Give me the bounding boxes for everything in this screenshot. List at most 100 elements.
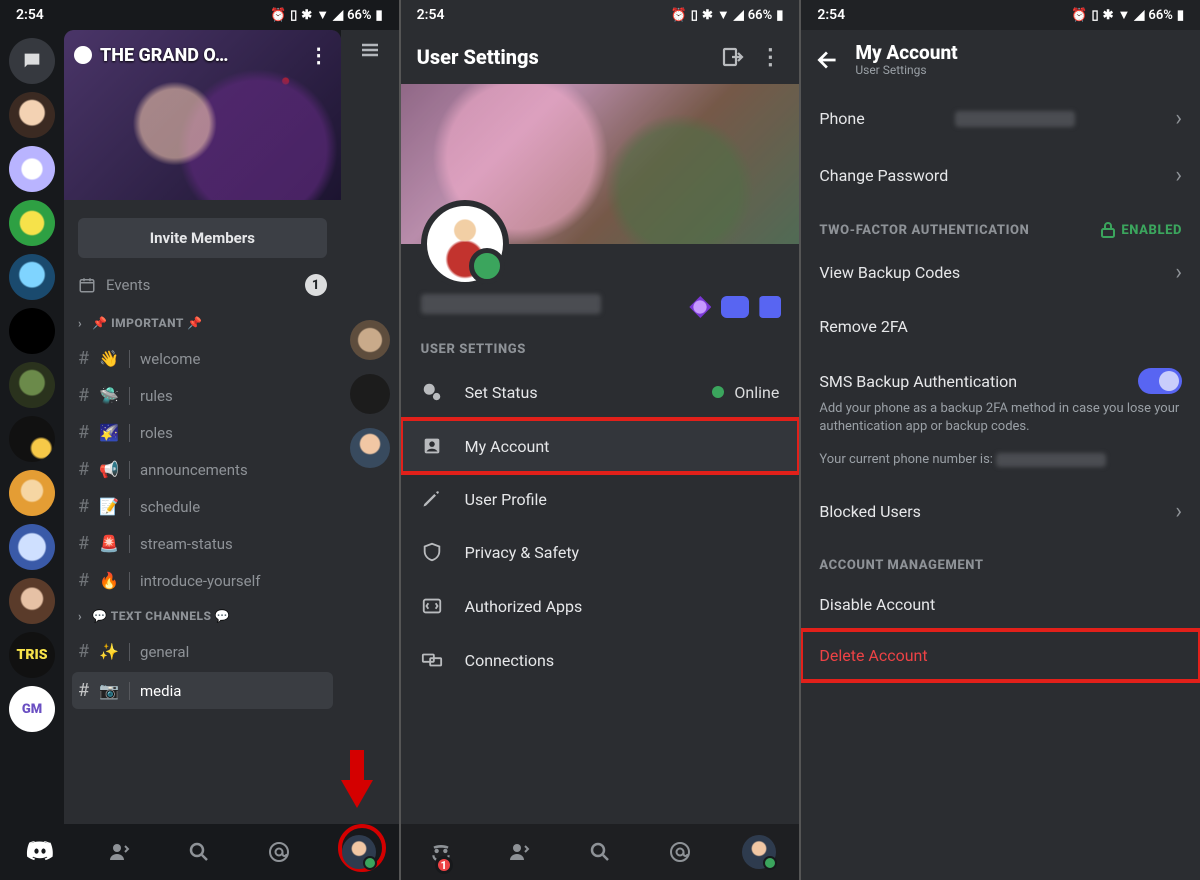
invite-members-button[interactable]: Invite Members (78, 218, 327, 258)
server-avatar-7[interactable] (9, 416, 55, 462)
username-redacted (421, 294, 601, 314)
settings-header: User Settings ⋮ (401, 30, 800, 84)
status-time: 2:54 (16, 7, 44, 23)
server-more-icon[interactable]: ⋮ (309, 43, 331, 67)
status-time: 2:54 (817, 7, 845, 23)
server-avatar-5[interactable] (9, 308, 55, 354)
pencil-icon (421, 489, 447, 509)
tab-profile[interactable] (319, 824, 399, 880)
view-backup-label: View Backup Codes (819, 263, 960, 282)
page-title: User Settings (417, 45, 539, 69)
row-change-password[interactable]: Change Password › (801, 147, 1200, 204)
phone-label: Phone (819, 109, 864, 128)
row-my-account[interactable]: My Account (401, 419, 800, 473)
change-password-label: Change Password (819, 166, 948, 185)
row-view-backup-codes[interactable]: View Backup Codes › (801, 244, 1200, 301)
user-profile-label: User Profile (465, 490, 547, 509)
channel-media[interactable]: #📷media (72, 672, 333, 709)
server-avatar-9[interactable] (9, 524, 55, 570)
profile-avatar[interactable] (421, 200, 509, 288)
status-value: Online (734, 383, 779, 402)
row-authorized-apps[interactable]: Authorized Apps (401, 579, 800, 633)
tab-discord-icon[interactable] (0, 824, 80, 880)
row-disable-account[interactable]: Disable Account (801, 579, 1200, 630)
sms-backup-toggle[interactable] (1138, 368, 1182, 394)
row-user-profile[interactable]: User Profile (401, 473, 800, 525)
privacy-label: Privacy & Safety (465, 543, 579, 562)
channel-schedule[interactable]: #📝schedule (64, 488, 341, 525)
dm-icon[interactable] (9, 38, 55, 84)
panel-server: 2:54 ⏰▯✱▼◢ 66%▮ TRIS GM (0, 0, 399, 880)
apps-icon (421, 595, 447, 617)
category-text-channels[interactable]: ›💬 TEXT CHANNELS 💬 (64, 599, 341, 633)
tab-search-icon[interactable] (560, 824, 640, 880)
phone-redacted (955, 111, 1075, 127)
lock-icon (1101, 222, 1115, 238)
panel-my-account: 2:54 ⏰▯✱▼◢ 66%▮ My Account User Settings… (799, 0, 1200, 880)
section-user-settings: USER SETTINGS (401, 324, 800, 365)
current-phone-text: Your current phone number is: (801, 449, 1200, 483)
events-row[interactable]: Events 1 (64, 264, 341, 306)
server-avatar-11[interactable]: TRIS (9, 632, 55, 678)
section-2fa: TWO-FACTOR AUTHENTICATION ENABLED (801, 204, 1200, 244)
row-privacy[interactable]: Privacy & Safety (401, 525, 800, 579)
delete-account-label: Delete Account (819, 646, 927, 665)
profile-badges (689, 296, 781, 318)
account-icon (421, 435, 447, 457)
server-avatar-2[interactable] (9, 146, 55, 192)
status-time: 2:54 (417, 7, 445, 23)
chevron-right-icon: › (1175, 260, 1182, 285)
apps-label: Authorized Apps (465, 597, 583, 616)
row-delete-account[interactable]: Delete Account (801, 630, 1200, 681)
online-dot-icon (712, 386, 724, 398)
server-avatar-4[interactable] (9, 254, 55, 300)
member-avatar-2[interactable] (350, 374, 390, 414)
server-avatar-10[interactable] (9, 578, 55, 624)
tab-discord-icon[interactable]: 1 (401, 824, 481, 880)
tab-profile[interactable] (720, 824, 800, 880)
channel-general[interactable]: #✨general (64, 633, 341, 670)
channel-announcements[interactable]: #📢announcements (64, 451, 341, 488)
annotation-arrow-icon (337, 750, 377, 810)
row-phone[interactable]: Phone › (801, 90, 1200, 147)
member-rail (341, 30, 399, 824)
bottom-tabs (0, 824, 399, 880)
channel-rules[interactable]: #🛸rules (64, 377, 341, 414)
server-avatar-1[interactable] (9, 92, 55, 138)
section-account-management: ACCOUNT MANAGEMENT (801, 540, 1200, 579)
shield-icon (421, 541, 447, 563)
server-avatar-3[interactable] (9, 200, 55, 246)
page-title: My Account (855, 43, 957, 63)
channel-stream-status[interactable]: #🚨stream-status (64, 525, 341, 562)
channel-introduce-yourself[interactable]: #🔥introduce-yourself (64, 562, 341, 599)
row-blocked-users[interactable]: Blocked Users › (801, 483, 1200, 540)
events-count: 1 (305, 274, 327, 296)
more-icon[interactable]: ⋮ (759, 45, 783, 70)
blocked-users-label: Blocked Users (819, 502, 921, 521)
status-bar: 2:54 ⏰▯✱▼◢ 66%▮ (801, 0, 1200, 30)
events-label: Events (106, 276, 150, 294)
server-avatar-12[interactable]: GM (9, 686, 55, 732)
row-connections[interactable]: Connections (401, 633, 800, 687)
category-important[interactable]: ›📌 IMPORTANT 📌 (64, 306, 341, 340)
tab-mentions-icon[interactable] (239, 824, 319, 880)
disable-account-label: Disable Account (819, 595, 935, 614)
row-set-status[interactable]: Set Status Online (401, 365, 800, 419)
row-remove-2fa[interactable]: Remove 2FA (801, 301, 1200, 352)
exit-icon[interactable] (721, 45, 745, 69)
member-avatar-3[interactable] (350, 428, 390, 468)
row-sms-backup[interactable]: SMS Backup Authentication (801, 352, 1200, 398)
back-icon[interactable] (815, 47, 841, 73)
menu-icon[interactable] (358, 38, 382, 62)
tab-friends-icon[interactable] (80, 824, 160, 880)
tab-mentions-icon[interactable] (640, 824, 720, 880)
tab-friends-icon[interactable] (480, 824, 560, 880)
tab-search-icon[interactable] (159, 824, 239, 880)
server-avatar-8[interactable] (9, 470, 55, 516)
channel-welcome[interactable]: #👋welcome (64, 340, 341, 377)
verified-icon (74, 46, 92, 64)
channel-roles[interactable]: #🌠roles (64, 414, 341, 451)
server-avatar-6[interactable] (9, 362, 55, 408)
server-banner: THE GRAND O… ⋮ (64, 30, 341, 200)
member-avatar-1[interactable] (350, 320, 390, 360)
